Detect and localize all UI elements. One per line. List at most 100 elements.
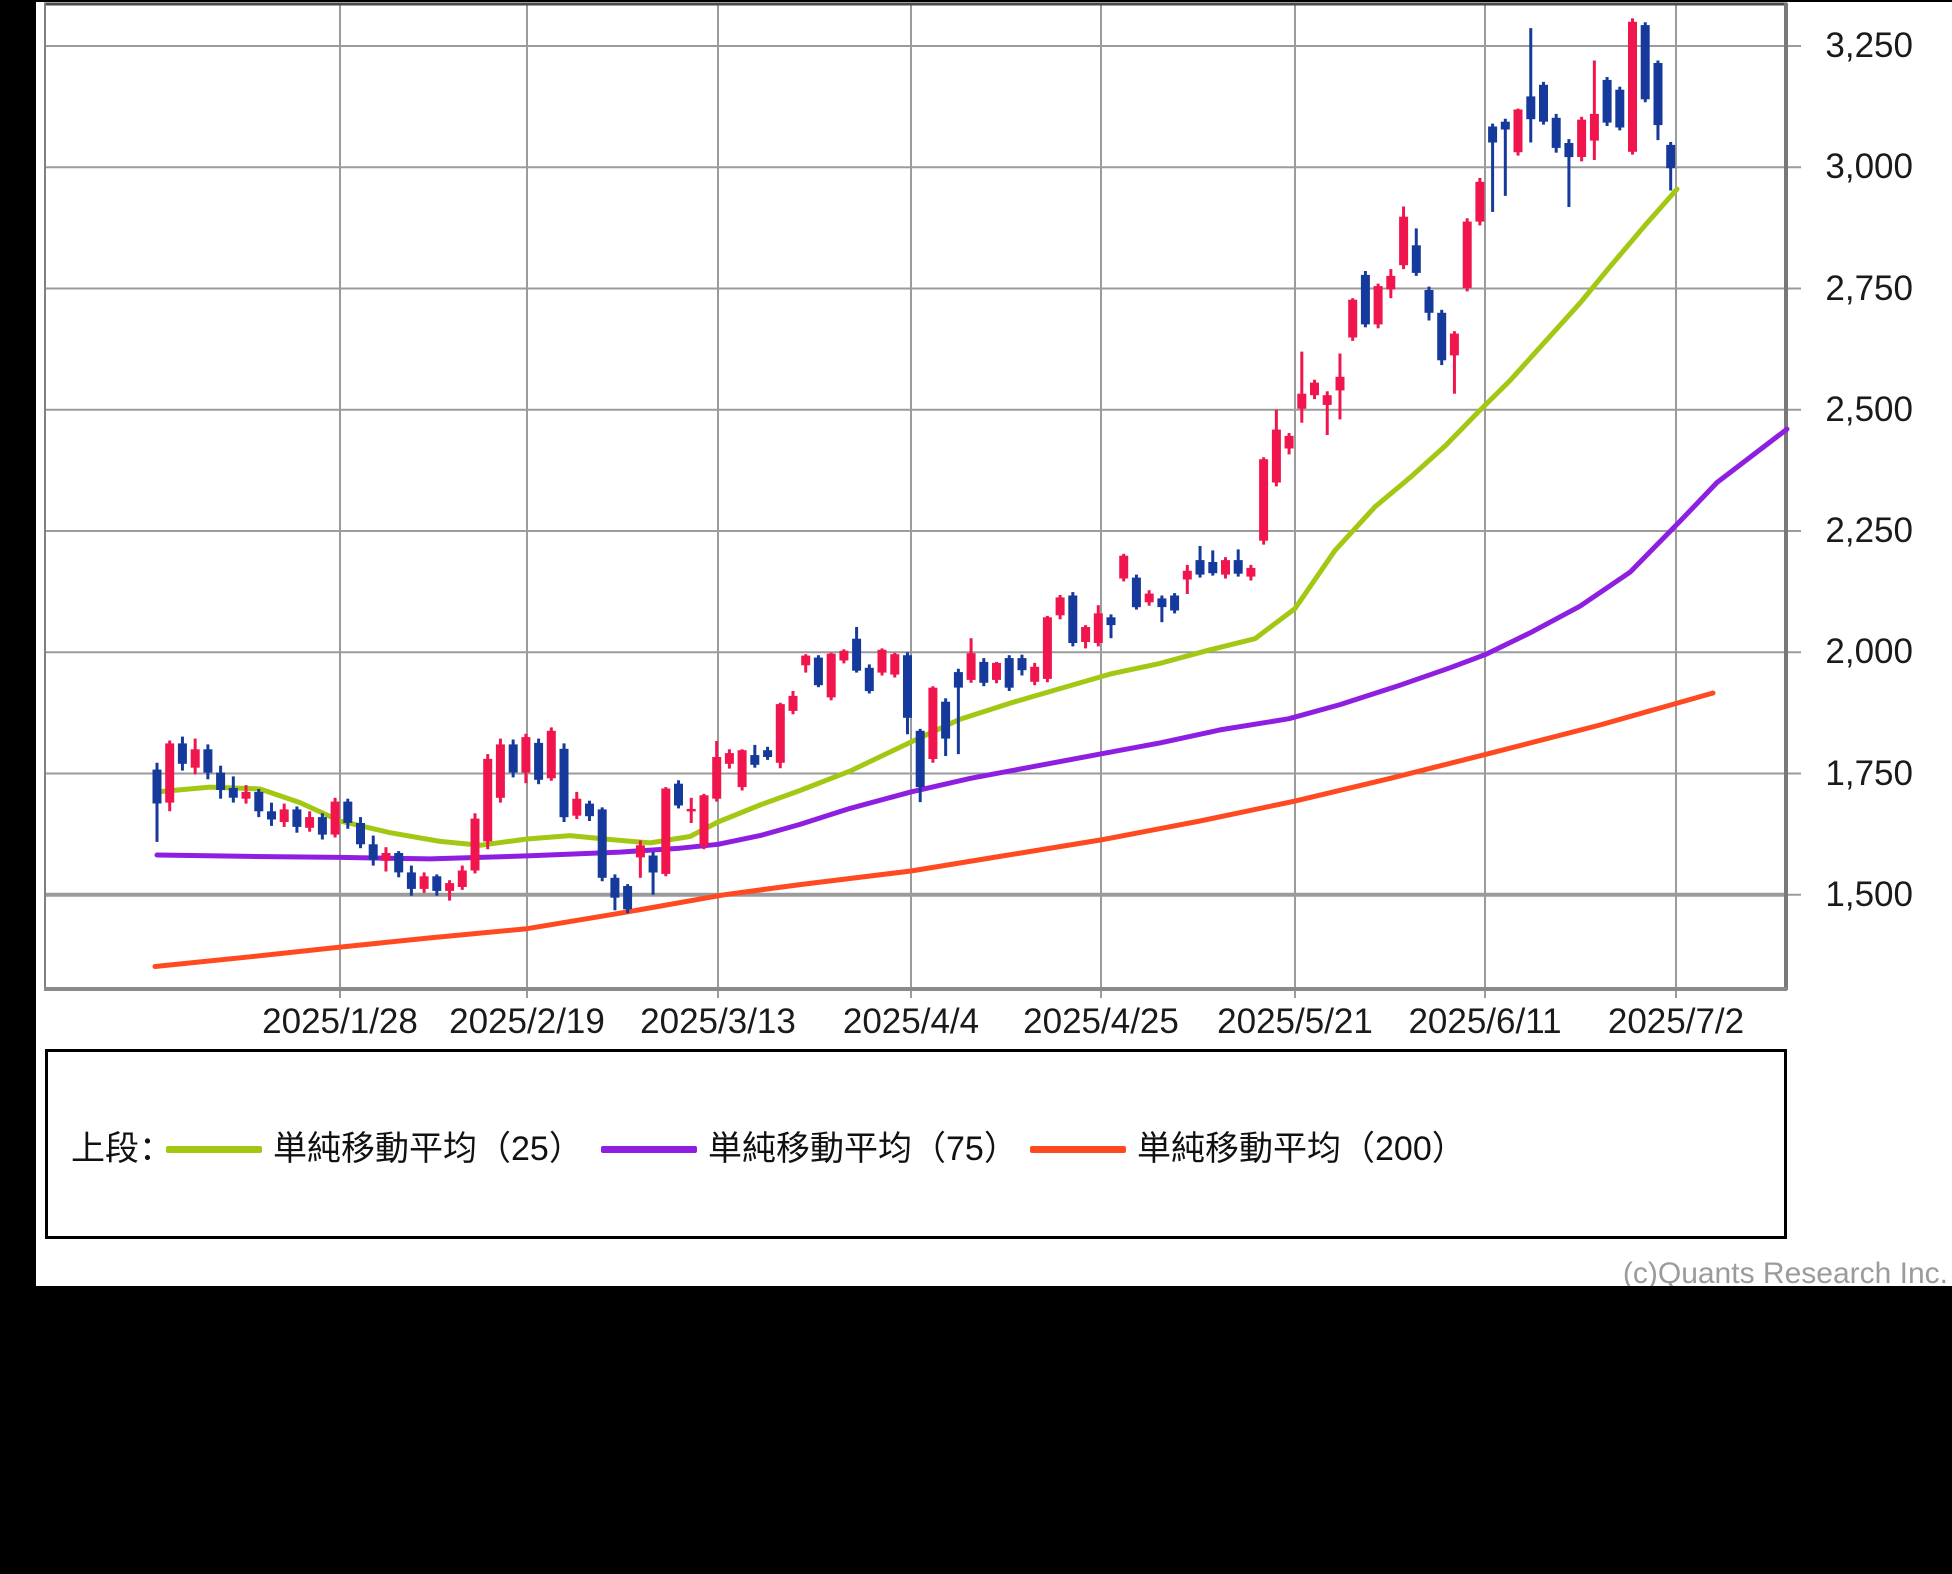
- candle-body: [649, 856, 658, 873]
- candle-body: [750, 755, 759, 765]
- candle-body: [1310, 383, 1319, 396]
- candle-body: [1412, 245, 1421, 273]
- candle-body: [343, 802, 352, 823]
- candle-body: [1234, 560, 1243, 574]
- candle-body: [1246, 568, 1255, 577]
- candle-body: [1043, 617, 1052, 679]
- sma25-line-swatch: [166, 1146, 262, 1153]
- candle-body: [331, 802, 340, 835]
- candle-body: [305, 817, 314, 828]
- candle-body: [967, 653, 976, 680]
- candle-body: [1386, 276, 1395, 290]
- candle-body: [1514, 110, 1523, 153]
- candle-body: [407, 872, 416, 889]
- candle-body: [763, 750, 772, 757]
- candle-body: [852, 639, 861, 671]
- candle-body: [1374, 286, 1383, 324]
- candle-body: [1437, 313, 1446, 361]
- candlestick-series: [153, 18, 1676, 913]
- candle-body: [1132, 578, 1141, 608]
- sma75-line-swatch: [601, 1146, 697, 1153]
- candle-body: [1285, 436, 1294, 449]
- candle-body: [369, 844, 378, 860]
- price-chart: [0, 0, 1952, 1050]
- candle-body: [1208, 562, 1217, 573]
- candle-body: [1628, 22, 1637, 152]
- candle-body: [979, 662, 988, 683]
- candle-body: [572, 799, 581, 816]
- x-axis-label: 2025/7/2: [1556, 1001, 1796, 1043]
- candle-body: [1654, 63, 1663, 125]
- candle-body: [292, 809, 301, 827]
- candle-body: [1590, 114, 1599, 141]
- candle-body: [471, 819, 480, 871]
- candle-body: [928, 688, 937, 759]
- candle-body: [954, 672, 963, 688]
- candle-body: [1107, 617, 1116, 625]
- candle-body: [203, 749, 212, 772]
- candle-body: [1603, 80, 1612, 123]
- candle-body: [242, 792, 251, 799]
- candle-body: [916, 731, 925, 787]
- y-axis-label: 1,750: [1795, 753, 1913, 795]
- sma200-label: 単純移動平均（200）: [1137, 1127, 1466, 1171]
- candle-body: [1463, 222, 1472, 288]
- candle-body: [1297, 394, 1306, 409]
- candle-body: [1094, 613, 1103, 643]
- candle-body: [610, 878, 619, 898]
- candle-body: [191, 749, 200, 767]
- candle-body: [216, 773, 225, 791]
- y-axis-label: 2,750: [1795, 268, 1913, 310]
- candle-body: [1221, 560, 1230, 575]
- candle-body: [1336, 377, 1345, 391]
- sma25-label: 単純移動平均（25）: [273, 1127, 583, 1171]
- candle-body: [700, 795, 709, 845]
- candle-body: [483, 759, 492, 842]
- candle-body: [1552, 118, 1561, 148]
- candle-body: [839, 651, 848, 661]
- candle-body: [585, 804, 594, 817]
- candle-body: [878, 650, 887, 673]
- candle-body: [534, 743, 543, 780]
- candle-body: [1666, 145, 1675, 168]
- candle-body: [623, 886, 632, 909]
- candle-body: [725, 753, 734, 764]
- candle-body: [1145, 594, 1154, 603]
- candle-body: [1501, 122, 1510, 130]
- candle-body: [865, 668, 874, 691]
- candle-body: [1475, 182, 1484, 222]
- candle-body: [776, 704, 785, 763]
- candle-body: [1030, 667, 1039, 682]
- candle-body: [738, 750, 747, 787]
- candle-body: [801, 656, 810, 666]
- candle-body: [1577, 120, 1586, 157]
- candle-body: [1157, 598, 1166, 607]
- candle-body: [382, 853, 391, 861]
- candle-body: [1450, 334, 1459, 356]
- candle-body: [432, 876, 441, 891]
- y-axis-label: 2,000: [1795, 631, 1913, 673]
- candle-body: [394, 853, 403, 872]
- candle-body: [229, 788, 238, 798]
- candle-body: [941, 702, 950, 739]
- legend-row-prefix: 上段：: [71, 1127, 173, 1171]
- candle-body: [178, 743, 187, 763]
- candle-body: [1056, 597, 1065, 615]
- candle-body: [712, 757, 721, 799]
- candle-body: [280, 809, 289, 822]
- candle-body: [687, 809, 696, 812]
- candle-body: [254, 792, 263, 811]
- candle-body: [1425, 290, 1434, 313]
- candle-body: [1539, 85, 1548, 122]
- candle-body: [496, 744, 505, 797]
- sma75-label: 単純移動平均（75）: [708, 1127, 1018, 1171]
- candle-body: [509, 744, 518, 772]
- candle-body: [420, 876, 429, 889]
- legend: 上段： 単純移動平均（25） 単純移動平均（75） 単純移動平均（200）: [45, 1049, 1787, 1239]
- candle-body: [890, 654, 899, 674]
- copyright-credit: (c)Quants Research Inc.: [1386, 1255, 1948, 1286]
- candle-body: [521, 737, 530, 772]
- candle-body: [1488, 127, 1497, 143]
- candle-body: [1170, 596, 1179, 611]
- candle-body: [1068, 596, 1077, 644]
